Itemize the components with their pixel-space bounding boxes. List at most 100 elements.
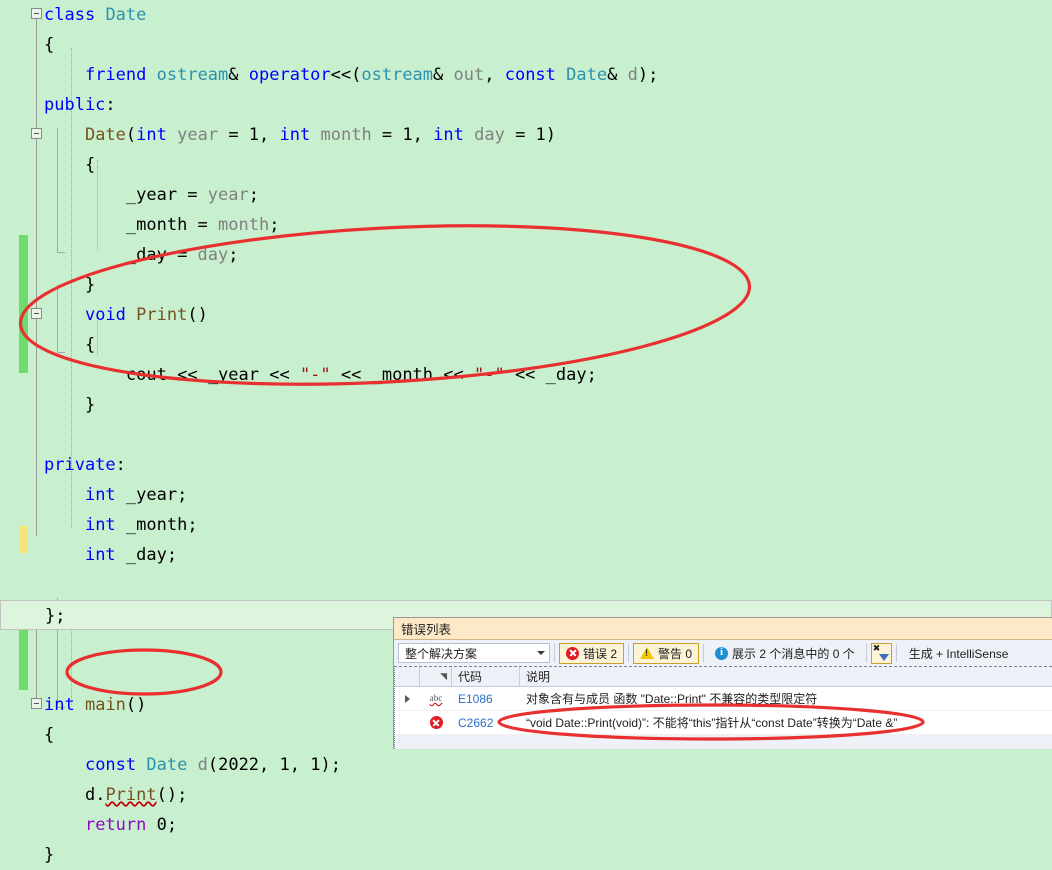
code-token: (): [187, 305, 207, 325]
code-line[interactable]: }: [0, 840, 1052, 870]
code-token: ;: [269, 215, 279, 235]
code-token: main: [85, 695, 126, 715]
code-line[interactable]: void Print(): [0, 300, 1052, 330]
code-token: );: [638, 65, 658, 85]
code-token: "-": [474, 365, 505, 385]
code-indent: [44, 125, 85, 145]
code-token: &: [228, 65, 248, 85]
code-line[interactable]: int _month;: [0, 510, 1052, 540]
code-token: void: [85, 305, 126, 325]
code-line[interactable]: private:: [0, 450, 1052, 480]
chevron-right-icon[interactable]: [405, 695, 410, 703]
code-line[interactable]: friend ostream& operator<<(ostream& out,…: [0, 60, 1052, 90]
code-indent: [44, 485, 85, 505]
messages-toggle-button[interactable]: 展示 2 个消息中的 0 个: [708, 643, 862, 664]
code-token: int: [85, 545, 116, 565]
code-line[interactable]: [0, 420, 1052, 450]
code-token: }: [85, 275, 95, 295]
code-line[interactable]: public:: [0, 90, 1052, 120]
toolbar-separator-3: [703, 644, 704, 662]
clear-filter-icon[interactable]: [871, 643, 892, 664]
code-line[interactable]: _month = month;: [0, 210, 1052, 240]
code-indent: [44, 755, 85, 775]
code-token: ;: [249, 185, 259, 205]
code-line[interactable]: }: [0, 270, 1052, 300]
code-line[interactable]: cout << _year << "-" << _month << "-" <<…: [0, 360, 1052, 390]
code-line[interactable]: const Date d(2022, 1, 1);: [0, 750, 1052, 780]
code-line[interactable]: {: [0, 30, 1052, 60]
code-token: <<: [443, 365, 474, 385]
code-indent: [44, 365, 126, 385]
error-list-panel[interactable]: 错误列表 整个解决方案 错误 2 警告 0 展示 2 个消息中的 0 个 生成 …: [393, 617, 1052, 749]
intellisense-squiggle-icon: abc: [430, 694, 443, 703]
error-list-titlebar[interactable]: 错误列表: [394, 618, 1052, 640]
table-row[interactable]: C2662“void Date::Print(void)”: 不能将“this”…: [394, 711, 1052, 735]
code-token: d.: [85, 785, 105, 805]
column-header-severity[interactable]: ◥: [420, 667, 452, 687]
code-token: _day;: [546, 365, 597, 385]
code-line[interactable]: class Date: [0, 0, 1052, 30]
code-line[interactable]: d.Print();: [0, 780, 1052, 810]
code-token: <<: [269, 365, 300, 385]
code-line[interactable]: int _year;: [0, 480, 1052, 510]
code-token: _month =: [126, 215, 218, 235]
code-line[interactable]: {: [0, 150, 1052, 180]
code-indent: [44, 65, 85, 85]
error-icon: [566, 647, 579, 660]
code-token: "-": [300, 365, 331, 385]
code-token: ostream: [361, 65, 433, 85]
warnings-count-label: 警告 0: [658, 645, 692, 662]
fold-collapse-icon[interactable]: [31, 698, 42, 709]
code-line[interactable]: _day = day;: [0, 240, 1052, 270]
code-token: month: [321, 125, 372, 145]
code-token: }: [44, 845, 54, 865]
fold-collapse-icon[interactable]: [31, 128, 42, 139]
row-description-cell: “void Date::Print(void)”: 不能将“this”指针从“c…: [520, 714, 1052, 731]
code-token: _year;: [116, 485, 188, 505]
column-header-description[interactable]: 说明: [520, 667, 1052, 687]
code-token: [464, 125, 474, 145]
row-code-cell: E1086: [452, 692, 520, 706]
error-list-rows[interactable]: abcE1086对象含有与成员 函数 "Date::Print" 不兼容的类型限…: [394, 687, 1052, 735]
code-token: &: [607, 65, 627, 85]
code-line[interactable]: }: [0, 390, 1052, 420]
code-token: (: [208, 755, 218, 775]
table-row[interactable]: abcE1086对象含有与成员 函数 "Date::Print" 不兼容的类型限…: [394, 687, 1052, 711]
scope-filter-dropdown[interactable]: 整个解决方案: [398, 643, 550, 663]
scope-filter-value: 整个解决方案: [405, 645, 477, 662]
code-token: operator: [249, 65, 331, 85]
code-token: _year: [208, 365, 269, 385]
code-token: =: [372, 125, 403, 145]
error-list-toolbar[interactable]: 整个解决方案 错误 2 警告 0 展示 2 个消息中的 0 个 生成 + Int…: [394, 640, 1052, 666]
code-line[interactable]: _year = year;: [0, 180, 1052, 210]
column-header-code[interactable]: 代码: [452, 667, 520, 687]
code-token: [187, 755, 197, 775]
code-token: {: [85, 155, 95, 175]
code-line[interactable]: [0, 570, 1052, 600]
code-token: ,: [413, 125, 433, 145]
error-icon: [430, 716, 443, 729]
code-token: 1: [536, 125, 546, 145]
code-line[interactable]: Date(int year = 1, int month = 1, int da…: [0, 120, 1052, 150]
code-token: ,: [290, 755, 310, 775]
errors-toggle-button[interactable]: 错误 2: [559, 643, 624, 664]
code-line[interactable]: int _day;: [0, 540, 1052, 570]
code-line[interactable]: {: [0, 330, 1052, 360]
code-indent: [44, 275, 85, 295]
code-indent: [44, 545, 85, 565]
code-token: d: [198, 755, 208, 775]
code-token: cout: [126, 365, 177, 385]
code-indent: [44, 245, 126, 265]
warnings-toggle-button[interactable]: 警告 0: [633, 643, 699, 664]
code-token: day: [474, 125, 505, 145]
code-line[interactable]: return 0;: [0, 810, 1052, 840]
code-token: day: [198, 245, 229, 265]
fold-collapse-icon[interactable]: [31, 8, 42, 19]
code-token: _month;: [116, 515, 198, 535]
code-token: ;: [228, 245, 238, 265]
code-token: ): [546, 125, 556, 145]
code-token: <<: [505, 365, 546, 385]
error-list-title: 错误列表: [401, 619, 451, 638]
code-token: int: [44, 695, 75, 715]
fold-collapse-icon[interactable]: [31, 308, 42, 319]
